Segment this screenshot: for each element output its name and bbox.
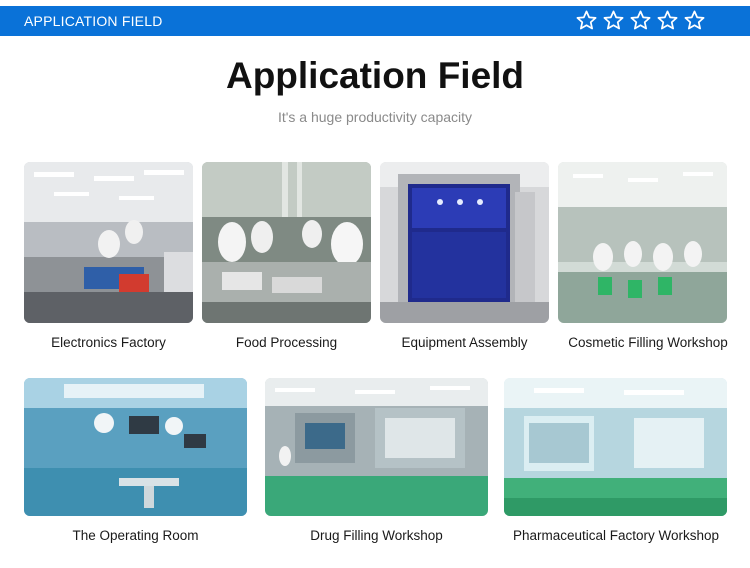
header-bar: APPLICATION FIELD xyxy=(0,6,750,36)
electronics-factory-photo xyxy=(24,162,193,323)
caption-cosmetic-filling-workshop: Cosmetic Filling Workshop xyxy=(568,335,728,350)
caption-equipment-assembly: Equipment Assembly xyxy=(401,335,528,350)
caption-electronics-factory: Electronics Factory xyxy=(51,335,166,350)
header-label: APPLICATION FIELD xyxy=(24,13,163,29)
equipment-assembly-photo xyxy=(380,162,549,323)
star-outline-icon xyxy=(576,10,597,30)
caption-drug-filling-workshop: Drug Filling Workshop xyxy=(310,528,443,543)
cosmetic-filling-photo xyxy=(558,162,727,323)
star-outline-icon xyxy=(657,10,678,30)
page-title: Application Field xyxy=(225,55,525,96)
caption-food-processing: Food Processing xyxy=(235,335,338,350)
caption-operating-room: The Operating Room xyxy=(72,528,199,543)
page-subtitle: It's a huge productivity capacity xyxy=(277,109,473,125)
star-outline-icon xyxy=(603,10,624,30)
drug-filling-photo xyxy=(265,378,488,516)
operating-room-photo xyxy=(24,378,247,516)
rating-stars xyxy=(575,9,706,32)
caption-pharmaceutical-factory-workshop: Pharmaceutical Factory Workshop xyxy=(512,528,720,543)
star-outline-icon xyxy=(684,10,705,30)
star-outline-icon xyxy=(630,10,651,30)
food-processing-photo xyxy=(202,162,371,323)
pharmaceutical-factory-photo xyxy=(504,378,727,516)
